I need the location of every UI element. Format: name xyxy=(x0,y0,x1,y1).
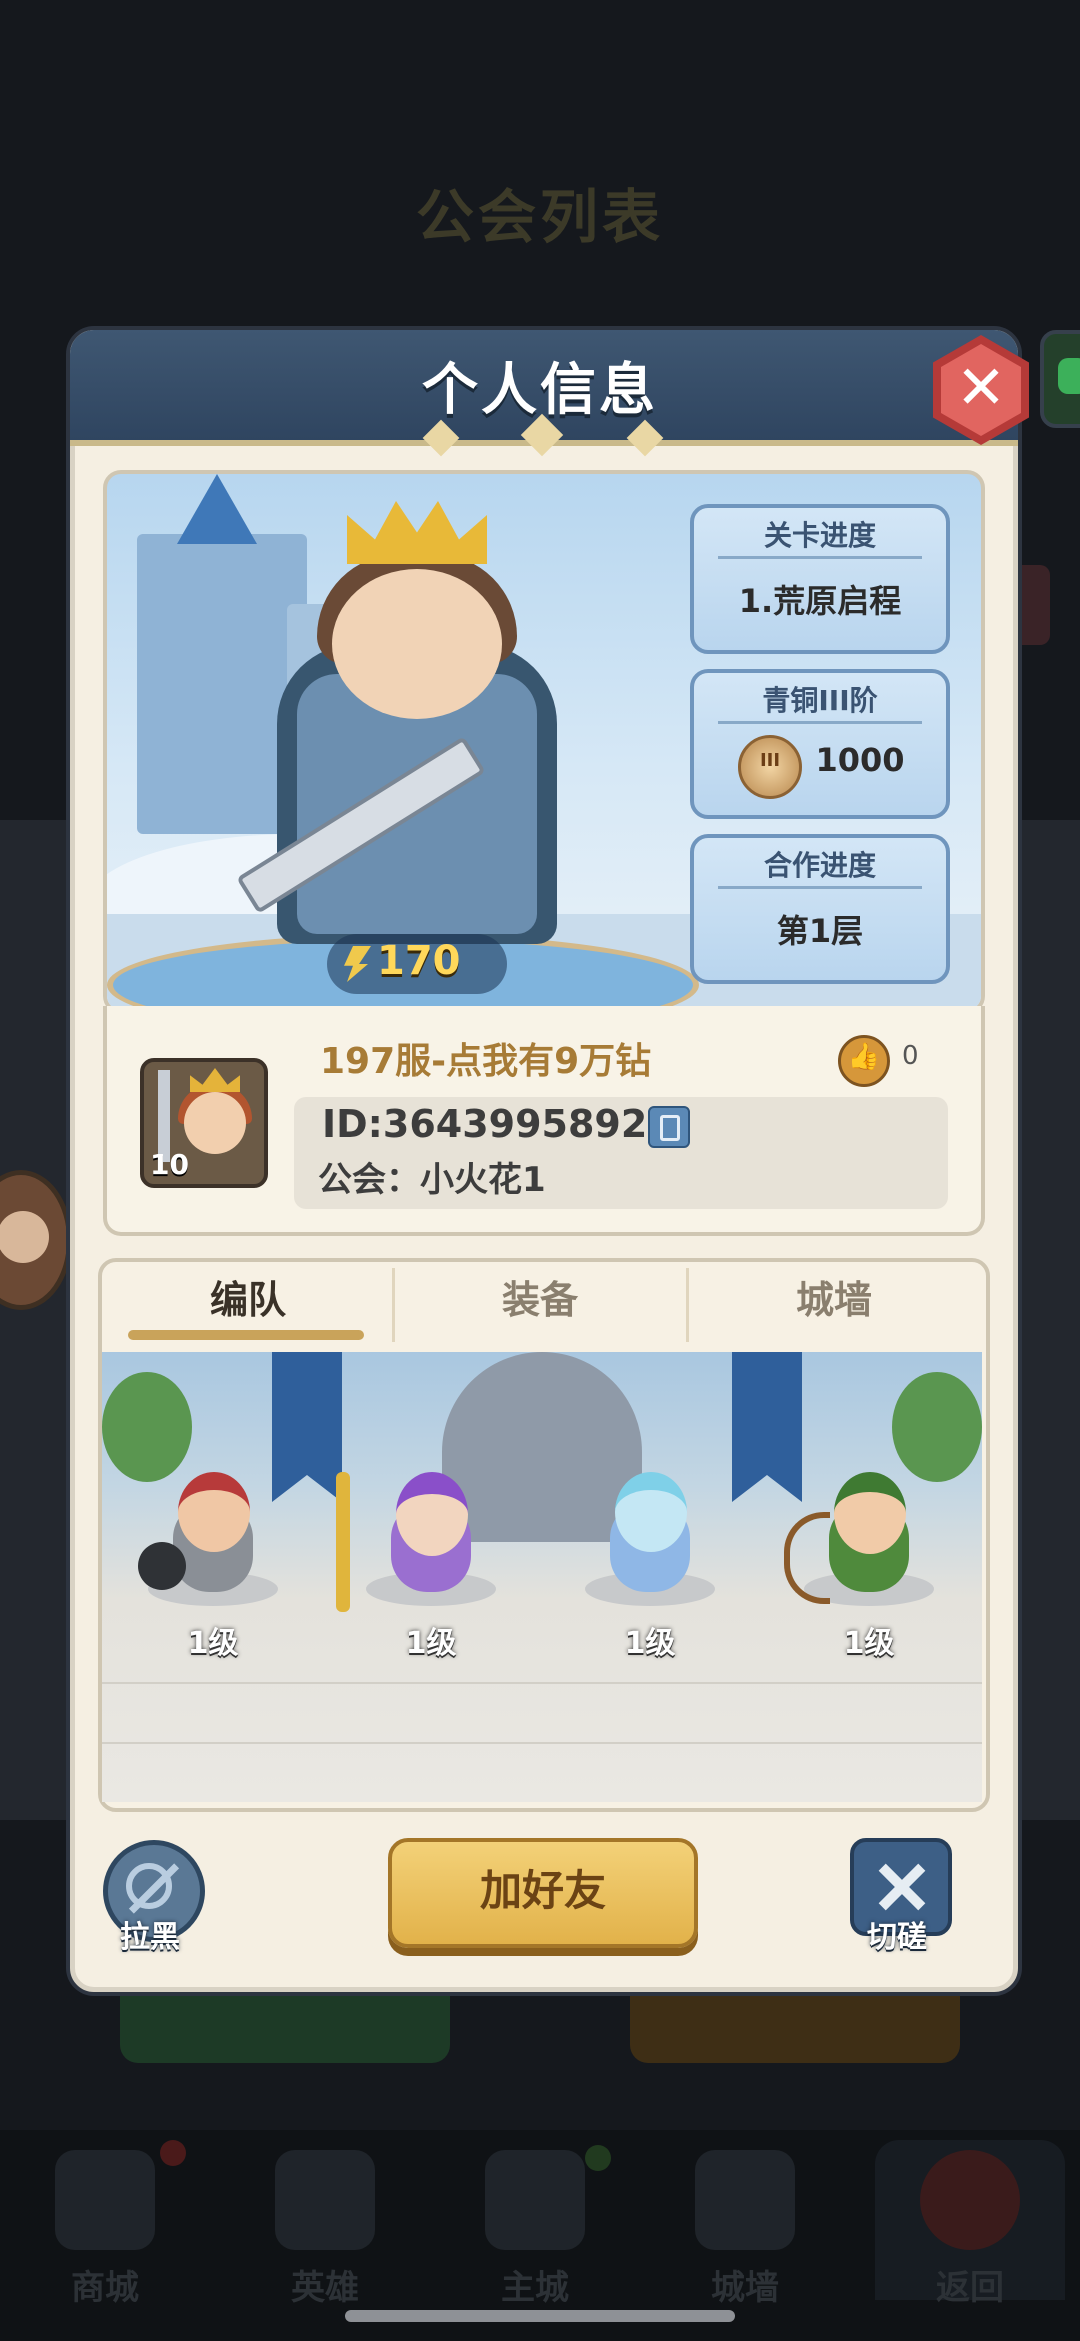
bomb-icon xyxy=(138,1542,186,1590)
nav-label: 英雄 xyxy=(291,2268,359,2308)
close-icon: ✕ xyxy=(955,353,1007,423)
active-tab-indicator xyxy=(128,1330,364,1340)
divider xyxy=(718,721,922,724)
duel-label: 切磋 xyxy=(867,1920,927,1955)
copy-id-button[interactable] xyxy=(648,1106,690,1148)
banner xyxy=(732,1352,802,1502)
nav-label: 商城 xyxy=(71,2268,139,2308)
shop-icon xyxy=(55,2150,155,2250)
nav-label: 主城 xyxy=(501,2268,569,2308)
tree xyxy=(102,1372,192,1482)
crown-icon xyxy=(347,501,487,564)
player-id: ID:36439958926 xyxy=(322,1102,674,1146)
notification-dot xyxy=(160,2140,186,2166)
player-name: 197服-点我有9万钻 xyxy=(320,1041,652,1082)
wall-icon xyxy=(695,2150,795,2250)
like-button[interactable]: 👍 xyxy=(838,1035,890,1087)
tower-roof xyxy=(177,474,257,544)
add-friend-button[interactable]: 加好友 xyxy=(388,1838,698,1948)
avatar[interactable]: 10 xyxy=(140,1058,268,1188)
hero-icon xyxy=(275,2150,375,2250)
team-unit-priestess[interactable]: 1级 xyxy=(336,1472,506,1672)
tab-equipment[interactable]: 装备 xyxy=(394,1262,686,1352)
floor-line xyxy=(102,1682,982,1684)
nav-item-hero: 英雄 xyxy=(230,2140,420,2308)
power-value: 170 xyxy=(377,938,461,984)
unit-level: 1级 xyxy=(187,1626,239,1661)
notification-dot xyxy=(585,2145,611,2171)
staff-icon xyxy=(336,1472,350,1612)
rank-card: 青铜III阶 III 1000 xyxy=(690,669,950,819)
stat-title: 关卡进度 xyxy=(763,519,876,552)
unit-level: 1级 xyxy=(843,1626,895,1661)
unit-level: 1级 xyxy=(405,1626,457,1661)
sword-power-icon xyxy=(344,946,371,982)
close-button[interactable]: ✕ xyxy=(933,335,1029,445)
block-icon xyxy=(126,1863,172,1909)
divider xyxy=(718,556,922,559)
hero-face xyxy=(332,569,502,719)
stat-value: 1.荒原启程 xyxy=(738,582,902,620)
guild-name: 公会：小火花1 xyxy=(318,1160,546,1200)
avatar-face-icon xyxy=(0,1211,49,1263)
home-indicator xyxy=(345,2310,735,2322)
background-page-title: 公会列表 xyxy=(415,183,664,251)
crown-icon xyxy=(190,1068,240,1092)
stat-title: 青铜III阶 xyxy=(762,684,878,717)
coop-progress-card: 合作进度 第1层 xyxy=(690,834,950,984)
nav-item-back: 返回 xyxy=(875,2140,1065,2308)
floor-line xyxy=(102,1742,982,1744)
team-unit-ice-mage[interactable]: 1级 xyxy=(575,1472,725,1672)
divider xyxy=(718,886,922,889)
tab-wall[interactable]: 城墙 xyxy=(688,1262,980,1352)
team-unit-bomber[interactable]: 1级 xyxy=(138,1472,288,1672)
stat-value: 第1层 xyxy=(776,912,864,950)
copy-icon xyxy=(660,1115,680,1141)
unit-level: 1级 xyxy=(624,1626,676,1661)
tree xyxy=(892,1372,982,1482)
nav-label: 城墙 xyxy=(711,2268,779,2308)
team-unit-archer[interactable]: 1级 xyxy=(784,1472,944,1672)
thumbs-up-icon: 👍 xyxy=(847,1042,881,1072)
stage-progress-card: 关卡进度 1.荒原启程 xyxy=(690,504,950,654)
castle-icon xyxy=(485,2150,585,2250)
stat-title: 合作进度 xyxy=(763,849,876,882)
stat-value: 1000 xyxy=(815,741,905,779)
close-icon xyxy=(920,2150,1020,2250)
nav-item-wall: 城墙 xyxy=(650,2140,840,2308)
block-label: 拉黑 xyxy=(120,1920,180,1955)
avatar-face xyxy=(184,1092,246,1154)
avatar-level: 10 xyxy=(150,1148,189,1181)
hero-showcase: 170 关卡进度 1.荒原启程 青铜III阶 III 1000 合作进度 第1层 xyxy=(103,470,985,1014)
nav-label: 返回 xyxy=(936,2268,1004,2308)
like-count: 0 xyxy=(902,1041,919,1071)
power-badge: 170 xyxy=(327,934,507,994)
